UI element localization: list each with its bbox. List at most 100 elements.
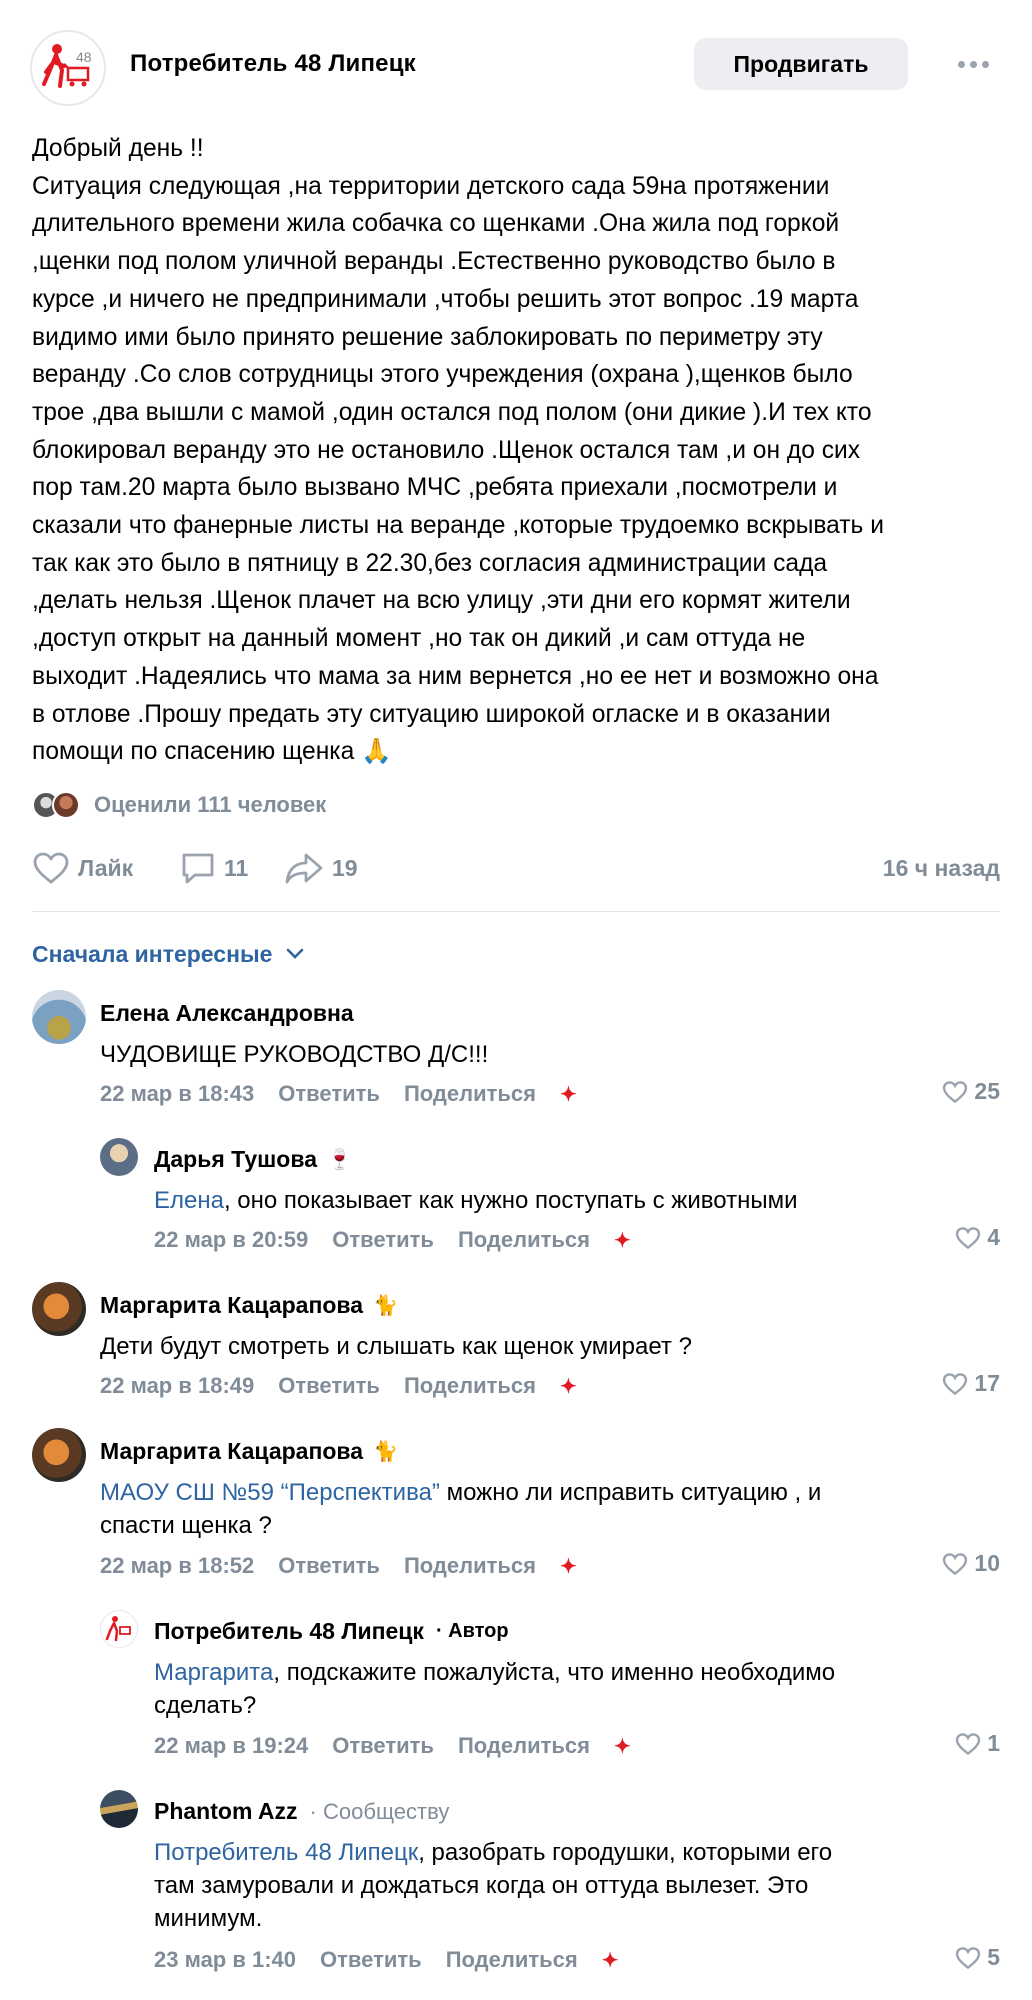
reactions-count[interactable]: Оценили 111 человек — [94, 792, 326, 818]
comment-body-line3: минимум. — [154, 1905, 263, 1932]
heart-icon — [956, 1732, 981, 1755]
svg-text:48: 48 — [76, 49, 92, 65]
comments-button[interactable]: 11 — [180, 848, 248, 888]
commenter-name[interactable]: Елена Александровна — [100, 1000, 354, 1027]
comment-date[interactable]: 22 мар в 18:49 — [100, 1373, 254, 1399]
like-label: Лайк — [78, 854, 134, 881]
post-text: Добрый день !! Ситуация следующая ,на те… — [32, 135, 884, 766]
share-button[interactable]: 19 — [284, 848, 358, 888]
comment-body-line2: спасти щенка ? — [100, 1512, 272, 1539]
comment-body-line2: там замуровали и дождаться когда он отту… — [154, 1872, 809, 1899]
comment-date[interactable]: 22 мар в 20:59 — [154, 1227, 308, 1253]
heart-icon — [943, 1372, 968, 1395]
comment-text: Дети будут смотреть и слышать как щенок … — [100, 1333, 692, 1360]
comment-meta: 22 мар в 18:43 Ответить Поделиться ✦ — [100, 1080, 577, 1108]
reply-button[interactable]: Ответить — [320, 1947, 422, 1973]
more-options-icon[interactable] — [958, 54, 992, 74]
commenter-name[interactable]: Маргарита Кацарапова — [100, 1438, 363, 1465]
reply-button[interactable]: Ответить — [278, 1081, 380, 1107]
heart-icon — [33, 852, 69, 884]
wine-glass-icon: 🍷 — [327, 1149, 352, 1171]
community-badge: · Сообществу — [309, 1798, 450, 1824]
mention-link[interactable]: МАОУ СШ №59 “Перспектива” — [100, 1479, 440, 1506]
comment-body: можно ли исправить ситуацию , и — [439, 1479, 822, 1506]
community-reaction-icon[interactable]: ✦ — [614, 1734, 631, 1759]
share-comment-button[interactable]: Поделиться — [446, 1947, 578, 1973]
comment-meta: 23 мар в 1:40 Ответить Поделиться ✦ — [154, 1946, 619, 1974]
comment-like-button[interactable]: 10 — [942, 1550, 1000, 1577]
comment-like-button[interactable]: 4 — [955, 1224, 1000, 1251]
commenter-name[interactable]: Маргарита Кацарапова — [100, 1292, 363, 1319]
sort-selector[interactable]: Сначала интересные — [32, 938, 304, 970]
comment-text: Елена, оно показывает как нужно поступат… — [154, 1184, 797, 1217]
reply-button[interactable]: Ответить — [332, 1733, 434, 1759]
mention-link[interactable]: Потребитель 48 Липецк — [154, 1839, 418, 1866]
comment-like-button[interactable]: 17 — [942, 1370, 1000, 1397]
heart-icon — [943, 1080, 968, 1103]
community-reaction-icon[interactable]: ✦ — [560, 1554, 577, 1579]
reactor-avatar — [52, 791, 80, 819]
commenter-avatar[interactable] — [32, 990, 86, 1044]
comment-date[interactable]: 22 мар в 18:43 — [100, 1081, 254, 1107]
post-actions: Лайк 11 19 16 ч назад — [32, 848, 1000, 888]
commenter-avatar[interactable] — [100, 1790, 138, 1828]
comment-like-count: 17 — [974, 1370, 1000, 1396]
post-time[interactable]: 16 ч назад — [883, 848, 1000, 888]
comment-body: , подскажите пожалуйста, что именно необ… — [273, 1659, 836, 1686]
reply-button[interactable]: Ответить — [278, 1553, 380, 1579]
comment-meta: 22 мар в 20:59 Ответить Поделиться ✦ — [154, 1226, 631, 1254]
mention-link[interactable]: Елена — [154, 1187, 224, 1214]
commenter-name[interactable]: Дарья Тушова — [154, 1146, 317, 1173]
comment-like-button[interactable]: 5 — [955, 1944, 1000, 1971]
heart-icon — [956, 1226, 981, 1249]
share-icon — [285, 853, 323, 884]
comment-date[interactable]: 23 мар в 1:40 — [154, 1947, 296, 1973]
comment-like-count: 1 — [987, 1730, 1000, 1756]
community-reaction-icon[interactable]: ✦ — [560, 1374, 577, 1399]
share-comment-button[interactable]: Поделиться — [404, 1081, 536, 1107]
comment-date[interactable]: 22 мар в 18:52 — [100, 1553, 254, 1579]
promote-button[interactable]: Продвигать — [694, 38, 908, 90]
heart-icon — [956, 1946, 981, 1969]
comment-date[interactable]: 22 мар в 19:24 — [154, 1733, 308, 1759]
cat-icon: 🐈 — [373, 1441, 398, 1463]
comment-icon — [182, 853, 214, 884]
cat-icon: 🐈 — [373, 1295, 398, 1317]
group-avatar[interactable]: 48 — [30, 30, 106, 106]
share-comment-button[interactable]: Поделиться — [404, 1553, 536, 1579]
share-comment-button[interactable]: Поделиться — [404, 1373, 536, 1399]
like-button[interactable]: Лайк — [32, 848, 133, 888]
heart-icon — [943, 1552, 968, 1575]
divider — [32, 911, 1000, 912]
community-reaction-icon[interactable]: ✦ — [560, 1082, 577, 1107]
shares-count: 19 — [332, 854, 358, 881]
reactions-summary[interactable]: Оценили 111 человек — [32, 790, 326, 820]
commenter-avatar[interactable] — [100, 1610, 138, 1648]
reply-button[interactable]: Ответить — [332, 1227, 434, 1253]
comment-meta: 22 мар в 19:24 Ответить Поделиться ✦ — [154, 1732, 631, 1760]
group-name[interactable]: Потребитель 48 Липецк — [130, 50, 416, 78]
community-reaction-icon[interactable]: ✦ — [602, 1948, 619, 1973]
comment-meta: 22 мар в 18:52 Ответить Поделиться ✦ — [100, 1552, 577, 1580]
comment-like-button[interactable]: 1 — [955, 1730, 1000, 1757]
commenter-avatar[interactable] — [32, 1282, 86, 1336]
commenter-avatar[interactable] — [100, 1138, 138, 1176]
comment-text: Потребитель 48 Липецк, разобрать городуш… — [154, 1836, 954, 1935]
commenter-header: Маргарита Кацарапова 🐈 — [100, 1292, 398, 1319]
community-reaction-icon[interactable]: ✦ — [614, 1228, 631, 1253]
commenter-avatar[interactable] — [32, 1428, 86, 1482]
share-comment-button[interactable]: Поделиться — [458, 1733, 590, 1759]
commenter-header: Потребитель 48 Липецк · Автор — [154, 1618, 509, 1645]
commenter-name[interactable]: Phantom Azz — [154, 1798, 298, 1825]
share-comment-button[interactable]: Поделиться — [458, 1227, 590, 1253]
comment-like-count: 10 — [974, 1550, 1000, 1576]
commenter-name[interactable]: Потребитель 48 Липецк — [154, 1618, 424, 1645]
comment-text: Маргарита, подскажите пожалуйста, что им… — [154, 1656, 974, 1722]
mention-link[interactable]: Маргарита — [154, 1659, 273, 1686]
comment-like-count: 25 — [974, 1078, 1000, 1104]
comment-like-button[interactable]: 25 — [942, 1078, 1000, 1105]
comment-like-count: 5 — [987, 1944, 1000, 1970]
reply-button[interactable]: Ответить — [278, 1373, 380, 1399]
commenter-header: Маргарита Кацарапова 🐈 — [100, 1438, 398, 1465]
chevron-down-icon — [287, 948, 304, 959]
